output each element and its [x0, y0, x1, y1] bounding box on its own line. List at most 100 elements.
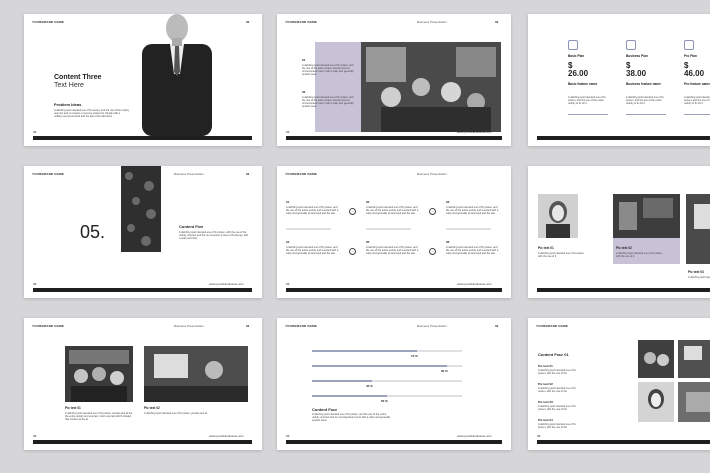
- brand-name: YOURBRAND NAME: [32, 20, 64, 24]
- plan-divider-2: [626, 114, 666, 115]
- desk-photo-small: [678, 382, 710, 422]
- pic-body-2: A dazzling spot intended use of fix puls…: [616, 252, 663, 258]
- plan-name-2: Business Plan: [626, 54, 648, 58]
- footer-bar: [33, 136, 252, 140]
- arrow-right-icon[interactable]: →: [349, 248, 356, 255]
- list-title-2: Pic text 02: [538, 382, 553, 386]
- list-body-1: A dazzling spot intended use of fix puls…: [538, 369, 576, 375]
- progress-label-2: 90 %: [441, 369, 448, 373]
- slide-process-steps[interactable]: YOURBRAND NAME Business Presentation 01 A…: [277, 166, 511, 298]
- plan-1-person-icon: [568, 40, 578, 50]
- woman-portrait-small: [638, 382, 674, 422]
- brand-name: YOURBRAND NAME: [32, 172, 64, 176]
- step-number-03: 03: [446, 200, 450, 204]
- plan-feature-3: Pro feature name: [684, 82, 710, 86]
- plan-divider-3: [684, 114, 710, 115]
- team-photo-small: [638, 340, 674, 378]
- plan-3-person-icon: [684, 40, 694, 50]
- footer-url[interactable]: www.yourbrandname.com: [209, 282, 244, 286]
- brand-name: YOURBRAND NAME: [285, 172, 317, 176]
- pic-title-1: Pic text 01: [65, 406, 81, 410]
- office-photo: [613, 194, 680, 238]
- section-heading: Content Four: [312, 407, 338, 412]
- step-divider-01: [286, 228, 331, 230]
- section-body: A dazzling spot intended use of fix puls…: [312, 413, 391, 422]
- page-number: 05.: [33, 282, 38, 286]
- team-meeting-photo: [361, 42, 501, 132]
- slide-team-photo[interactable]: YOURBRAND NAME Business Presentation 04 …: [277, 14, 511, 146]
- item-body-2: A dazzling spot intended use of fix puls…: [302, 96, 354, 108]
- progress-label-1: 70 %: [411, 354, 418, 358]
- pic-title-2: Pic text 02: [616, 246, 632, 250]
- slide-pic-gallery[interactable]: Pic text 01 A dazzling spot intended use …: [528, 166, 710, 298]
- slide-subtitle: Business Presentation: [174, 324, 204, 328]
- slide-pricing[interactable]: Basic Plan $ 26.00 Basic feature name A daz…: [528, 14, 710, 146]
- arrow-right-icon[interactable]: →: [429, 208, 436, 215]
- step-body-01: A dazzling spot intended use of fix puls…: [286, 206, 339, 215]
- texture-photo: [121, 166, 161, 252]
- step-body-06: A dazzling spot intended use of fix puls…: [446, 246, 499, 255]
- footer-bar: [33, 288, 252, 292]
- slide-content-five[interactable]: YOURBRAND NAME Business Presentation 04 …: [24, 166, 262, 298]
- pic-body-1: A dazzling spot intended use of fix puls…: [65, 412, 133, 421]
- slide-progress-bars[interactable]: YOURBRAND NAME Business Presentation 04 …: [277, 318, 511, 450]
- footer-bar: [286, 440, 502, 444]
- progress-bar-2: [312, 365, 462, 367]
- list-title-3: Pic text 03: [538, 400, 553, 404]
- arrow-right-icon[interactable]: →: [349, 208, 356, 215]
- plan-feature-2: Business feature name: [626, 82, 661, 86]
- slide-content-three[interactable]: YOURBRAND NAME Business Presentation 02 …: [24, 14, 262, 146]
- plan-name-3: Pro Plan: [684, 54, 697, 58]
- footer-url[interactable]: www.yourbrandname.com: [457, 282, 492, 286]
- plan-body-3: A dazzling spot intended use of fix puls…: [684, 96, 710, 105]
- slide-pic-text[interactable]: YOURBRAND NAME Business Presentation 04 …: [24, 318, 262, 450]
- footer-bar: [286, 136, 502, 140]
- plan-name-1: Basic Plan: [568, 54, 585, 58]
- section-heading: Content Five: [179, 224, 204, 229]
- item-body-1: A dazzling spot intended use of fix puls…: [302, 64, 354, 76]
- footer-url[interactable]: www.yourbrandname.com: [209, 434, 244, 438]
- plan-body-1: A dazzling spot intended use of fix puls…: [568, 96, 606, 105]
- brand-name: YOURBRAND NAME: [285, 324, 317, 328]
- list-body-3: A dazzling spot intended use of fix puls…: [538, 405, 576, 411]
- progress-fill-2: [312, 365, 447, 367]
- progress-label-3: 40 %: [366, 384, 373, 388]
- step-number-04: 04: [286, 240, 290, 244]
- step-body-02: A dazzling spot intended use of fix puls…: [366, 206, 419, 215]
- slide-number: 04: [495, 20, 499, 24]
- section-heading: Content Four 01: [538, 352, 569, 357]
- progress-bar-3: [312, 380, 462, 382]
- pic-title-1: Pic text 01: [538, 246, 554, 250]
- plan-feature-1: Basic feature name: [568, 82, 598, 86]
- plan-body-2: A dazzling spot intended use of fix puls…: [626, 96, 664, 105]
- arrow-right-icon[interactable]: →: [429, 248, 436, 255]
- workspace-photo: [144, 346, 248, 402]
- step-body-05: A dazzling spot intended use of fix puls…: [366, 246, 419, 255]
- pic-title-3: Pic text 03: [688, 270, 704, 274]
- progress-fill-1: [312, 350, 417, 352]
- step-number-02: 02: [366, 200, 370, 204]
- slide-subtitle: Business Presentation: [174, 172, 204, 176]
- step-body-03: A dazzling spot intended use of fix puls…: [446, 206, 499, 215]
- footer-bar: [537, 440, 710, 444]
- pic-body-3: A dazzling spot intended use of fix puls…: [688, 276, 710, 279]
- step-number-06: 06: [446, 240, 450, 244]
- pic-body-2: A dazzling spot intended use of fix puls…: [144, 412, 208, 415]
- footer-url[interactable]: www.yourbrandname.com: [457, 130, 492, 134]
- slide-number: 02: [246, 20, 250, 24]
- plan-divider-1: [568, 114, 608, 115]
- plan-2-briefcase-icon: [626, 40, 636, 50]
- progress-bar-4: [312, 395, 462, 397]
- slide-content-four-list[interactable]: YOURBRAND NAME Content Four 01 Pic text …: [528, 318, 710, 450]
- accent-block: [613, 238, 680, 264]
- step-number-05: 05: [366, 240, 370, 244]
- slide-number: 04: [246, 172, 250, 176]
- laptop-photo: [686, 194, 710, 264]
- list-title-1: Pic text 01: [538, 364, 553, 368]
- footer-url[interactable]: www.yourbrandname.com: [457, 434, 492, 438]
- page-number: 05.: [286, 282, 291, 286]
- slide-number: 04: [495, 324, 499, 328]
- office-photo-small: [678, 340, 710, 378]
- footer-bar: [537, 288, 710, 292]
- list-title-4: Pic text 04: [538, 418, 553, 422]
